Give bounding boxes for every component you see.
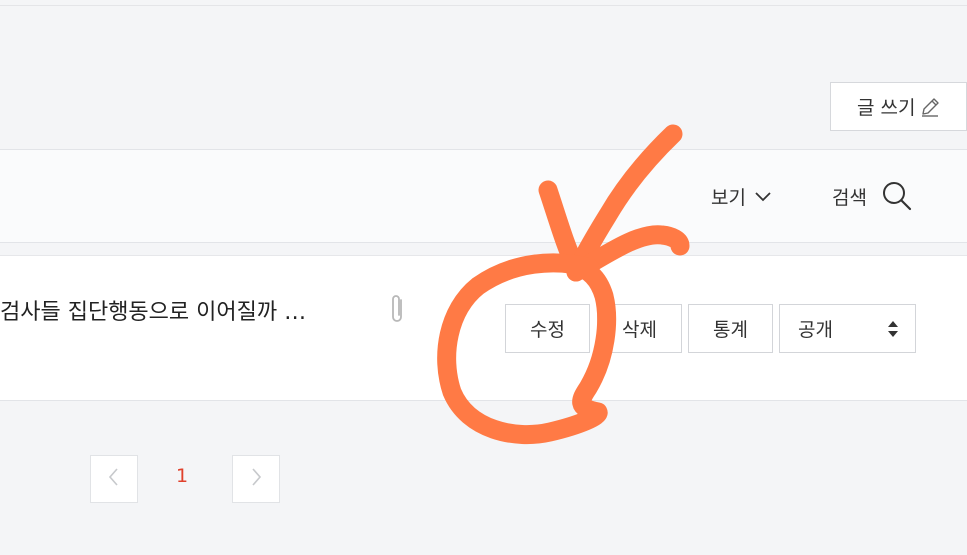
page-number-current[interactable]: 1 [176,465,188,487]
visibility-select[interactable]: 공개 [779,304,916,353]
chevron-left-icon [107,467,121,491]
top-divider [0,5,967,6]
paperclip-icon [389,292,407,326]
delete-button[interactable]: 삭제 [597,304,682,353]
view-options-button[interactable]: 보기 [711,181,772,211]
chevron-down-icon [754,190,772,202]
search-icon [881,180,913,212]
post-list-item: 검사들 집단행동으로 이어질까 … 수정 삭제 통계 공개 [0,255,967,401]
board-toolbar: 보기 검색 [0,149,967,243]
visibility-value: 공개 [798,319,833,341]
pencil-icon [919,96,941,118]
write-post-button[interactable]: 글 쓰기 [830,82,967,131]
up-down-arrows-icon [887,320,899,338]
search-label: 검색 [832,186,867,209]
write-button-label: 글 쓰기 [857,97,916,119]
next-page-button[interactable] [232,455,280,503]
search-button[interactable]: 검색 [832,178,913,214]
previous-page-button[interactable] [90,455,138,503]
edit-button[interactable]: 수정 [505,304,590,353]
post-title[interactable]: 검사들 집단행동으로 이어질까 … [0,294,306,326]
chevron-right-icon [249,467,263,491]
stats-button[interactable]: 통계 [688,304,773,353]
view-label: 보기 [711,186,746,209]
